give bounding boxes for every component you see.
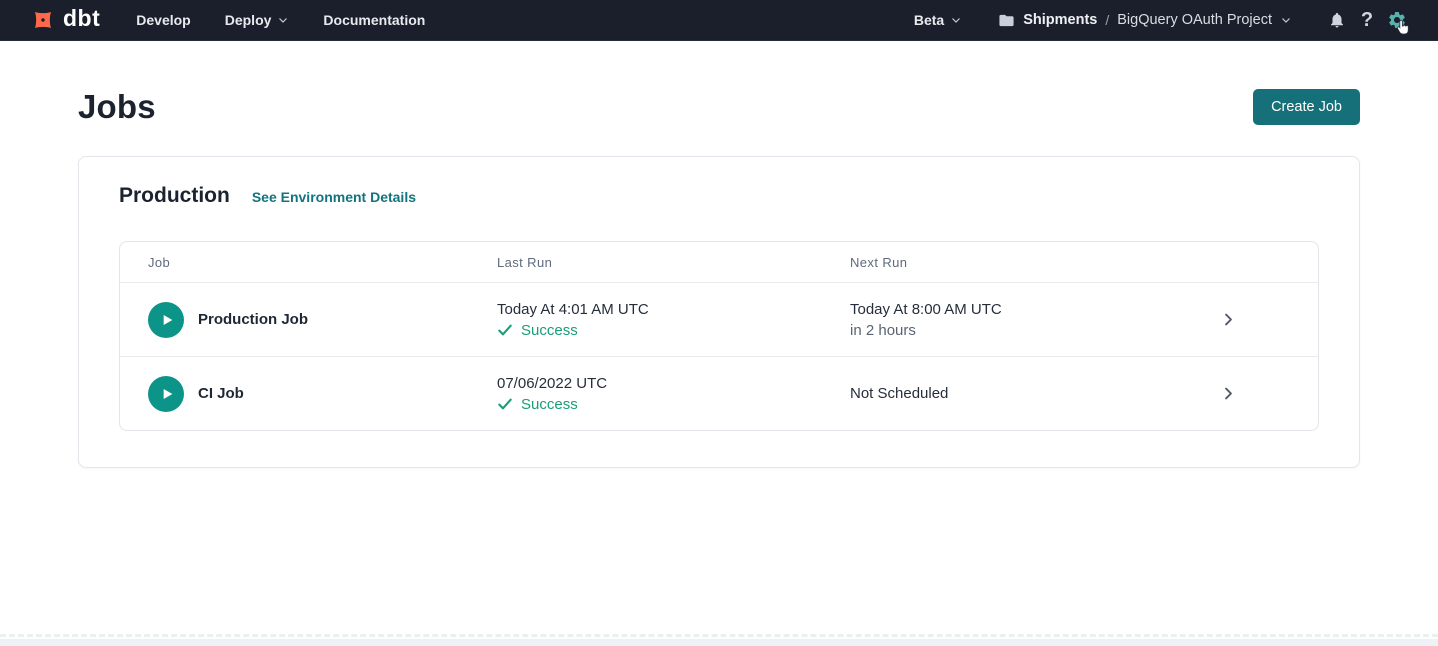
settings-button[interactable] [1382,5,1412,35]
job-cell: CI Job [148,376,497,412]
dbt-logo-icon [30,7,56,33]
navbar-right: Beta Shipments / BigQuery OAuth Project … [914,5,1412,35]
table-row-production-job[interactable]: Production Job Today At 4:01 AM UTC Succ… [120,282,1318,356]
breadcrumb-project: BigQuery OAuth Project [1117,12,1272,28]
beta-label: Beta [914,12,944,28]
environment-card: Production See Environment Details Job L… [78,156,1360,468]
page-header: Jobs Create Job [78,88,1360,126]
see-environment-details-link[interactable]: See Environment Details [252,189,416,205]
notifications-button[interactable] [1322,5,1352,35]
last-run-status: Success [497,396,850,413]
nav-item-deploy-label: Deploy [225,12,272,28]
gear-icon [1387,10,1407,30]
status-label: Success [521,322,578,339]
check-icon [497,322,513,338]
chevron-right-icon[interactable] [1220,311,1237,328]
column-header-next-run: Next Run [850,255,1208,270]
next-run-note: in 2 hours [850,322,1208,339]
environment-header: Production See Environment Details [119,184,1319,208]
environment-name: Production [119,184,230,208]
job-name: Production Job [198,311,308,328]
nav-item-develop-label: Develop [136,12,190,28]
breadcrumb-account: Shipments [1023,12,1097,28]
chevron-down-icon [277,14,289,26]
create-job-button[interactable]: Create Job [1253,89,1360,125]
next-run-cell: Today At 8:00 AM UTC in 2 hours [850,301,1208,339]
dbt-logo-text: dbt [63,7,100,33]
page-content: Jobs Create Job Production See Environme… [0,88,1438,468]
dbt-logo[interactable]: dbt [30,7,100,33]
chevron-down-icon [1280,14,1292,26]
nav-item-documentation[interactable]: Documentation [323,12,425,28]
page-bottom-divider [0,634,1438,637]
run-job-button[interactable] [148,376,184,412]
chevron-right-icon[interactable] [1220,385,1237,402]
last-run-cell: 07/06/2022 UTC Success [497,375,850,413]
nav-item-deploy[interactable]: Deploy [225,12,290,28]
nav-item-documentation-label: Documentation [323,12,425,28]
bell-icon [1328,11,1346,29]
next-run-time: Today At 8:00 AM UTC [850,301,1208,318]
job-cell: Production Job [148,302,497,338]
play-icon [159,312,175,328]
last-run-time: Today At 4:01 AM UTC [497,301,850,318]
next-run-cell: Not Scheduled [850,385,1208,402]
beta-dropdown[interactable]: Beta [914,12,962,28]
top-navbar: dbt Develop Deploy Documentation Beta Sh… [0,0,1438,41]
table-row-ci-job[interactable]: CI Job 07/06/2022 UTC Success Not Schedu… [120,356,1318,430]
play-icon [159,386,175,402]
chevron-down-icon [950,14,962,26]
next-run-time: Not Scheduled [850,385,1208,402]
page-bottom-strip [0,639,1438,646]
folder-icon [998,12,1015,29]
help-button[interactable]: ? [1352,5,1382,35]
job-name: CI Job [198,385,244,402]
check-icon [497,396,513,412]
jobs-table-header: Job Last Run Next Run [120,242,1318,282]
page-title: Jobs [78,88,156,126]
nav-item-develop[interactable]: Develop [136,12,190,28]
breadcrumb-separator: / [1105,12,1109,28]
status-label: Success [521,396,578,413]
column-header-job: Job [148,255,497,270]
last-run-time: 07/06/2022 UTC [497,375,850,392]
run-job-button[interactable] [148,302,184,338]
project-breadcrumb[interactable]: Shipments / BigQuery OAuth Project [998,12,1292,29]
primary-nav: Develop Deploy Documentation [136,12,425,28]
help-icon: ? [1361,10,1373,30]
jobs-table: Job Last Run Next Run Production Job Tod… [119,241,1319,431]
last-run-status: Success [497,322,850,339]
last-run-cell: Today At 4:01 AM UTC Success [497,301,850,339]
column-header-last-run: Last Run [497,255,850,270]
